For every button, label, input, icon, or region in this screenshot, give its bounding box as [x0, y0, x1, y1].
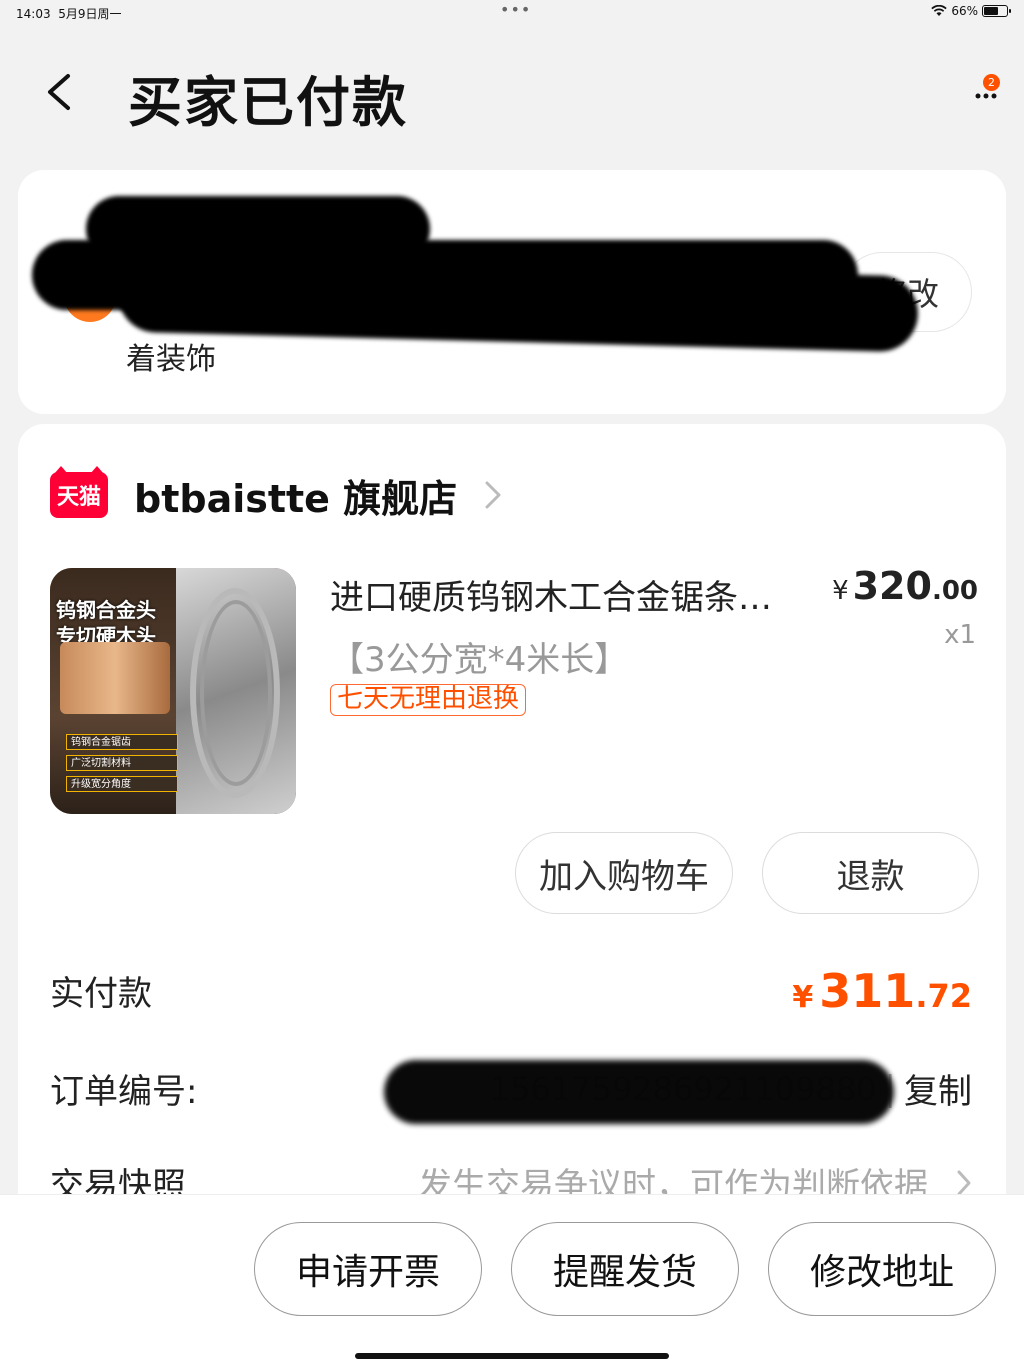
price-decimal: .00 [931, 576, 978, 606]
paid-label: 实付款 [50, 974, 152, 1014]
shop-name[interactable]: btbaistte 旗舰店 [134, 468, 457, 523]
return-policy-tag: 七天无理由退换 [330, 684, 527, 716]
status-right: 66% [931, 4, 1011, 18]
redaction-mark [384, 1060, 894, 1124]
price-currency: ¥ [832, 576, 849, 606]
status-time: 14:03 5月9日周一 [16, 7, 122, 21]
saw-blade-loop-inner [200, 600, 272, 786]
battery-percent: 66% [951, 4, 978, 18]
battery-fill [984, 7, 998, 15]
copy-button[interactable]: 复制 [904, 1064, 972, 1113]
message-badge: 2 [983, 74, 1000, 91]
shop-header[interactable]: 天猫 btbaistte 旗舰店 [50, 466, 503, 523]
status-bar: 14:03 5月9日周一 ••• 66% [0, 0, 1024, 26]
product-image-title-1: 钨钢合金头 [56, 598, 156, 622]
paid-decimal: .72 [915, 977, 972, 1015]
order-number-label: 订单编号: [50, 1072, 198, 1112]
wood-log-graphic [60, 642, 170, 714]
page-title: 买家已付款 [128, 71, 408, 134]
address-card[interactable]: 着装饰 修改 [18, 170, 1006, 414]
product-image-feature: 升级宽分角度 [66, 776, 178, 792]
product-image[interactable]: 钨钢合金头 专切硬木头 钨钢合金锯齿 广泛切割材料 升级宽分角度 [50, 568, 296, 814]
product-sku: 【3公分宽*4米长】 [330, 640, 629, 680]
add-to-cart-button[interactable]: 加入购物车 [515, 832, 733, 914]
remind-ship-button[interactable]: 提醒发货 [511, 1222, 739, 1316]
product-image-feature: 广泛切割材料 [66, 755, 178, 771]
battery-icon [982, 5, 1011, 17]
product-image-feature: 钨钢合金锯齿 [66, 734, 178, 750]
price-integer: 320 [852, 564, 932, 608]
tmall-logo: 天猫 [50, 466, 108, 518]
multitask-dots-icon[interactable]: ••• [500, 0, 531, 19]
bottom-action-bar: 申请开票 提醒发货 修改地址 [0, 1194, 1024, 1366]
paid-integer: 311 [819, 964, 916, 1018]
wifi-icon [931, 5, 948, 16]
refund-button[interactable]: 退款 [762, 832, 979, 914]
request-invoice-button[interactable]: 申请开票 [254, 1222, 482, 1316]
back-arrow-icon[interactable] [40, 68, 80, 116]
change-address-button[interactable]: 修改地址 [768, 1222, 996, 1316]
chevron-right-icon[interactable] [483, 479, 503, 511]
home-indicator[interactable] [355, 1353, 669, 1359]
product-price: ¥320.00 [832, 564, 978, 608]
paid-currency: ¥ [792, 980, 814, 1015]
product-quantity: x1 [944, 620, 976, 650]
chevron-right-icon [957, 1170, 971, 1195]
paid-amount: ¥311.72 [792, 964, 972, 1018]
nav-bar: 买家已付款 2 [0, 50, 1024, 140]
address-fragment: 着装饰 [126, 342, 216, 377]
product-title[interactable]: 进口硬质钨钢木工合金锯条… [330, 570, 830, 619]
